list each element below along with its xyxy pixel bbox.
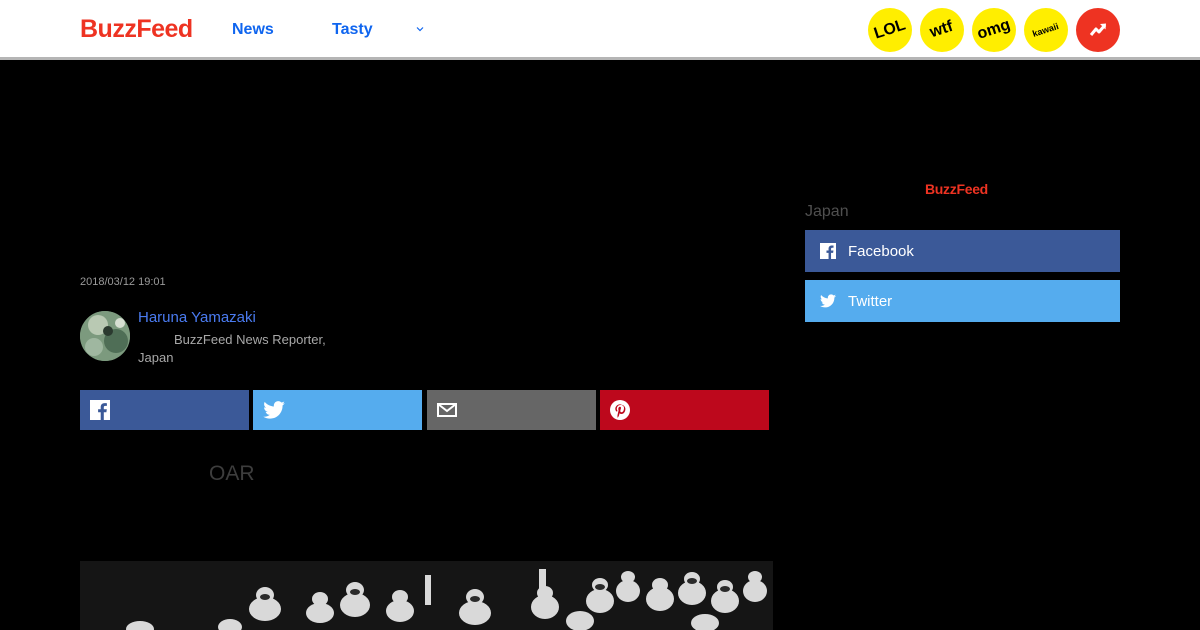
pinterest-icon: [610, 400, 630, 420]
sidebar-facebook-label: Facebook: [848, 242, 914, 260]
sidebar-twitter-button[interactable]: Twitter: [805, 280, 1120, 322]
sidebar-buzzfeed-logo: BuzzFeed: [925, 181, 988, 197]
facebook-icon: [90, 400, 110, 420]
badge-kawaii[interactable]: kawaii: [1024, 8, 1068, 52]
twitter-icon: [820, 294, 836, 308]
mail-icon: [437, 403, 457, 417]
top-nav: BuzzFeed News Tasty LOL wtf omg kawaii: [0, 0, 1200, 60]
sidebar-facebook-button[interactable]: Facebook: [805, 230, 1120, 272]
article-subhead: OAR: [209, 462, 255, 485]
author-title: BuzzFeed News Reporter, Japan: [138, 332, 326, 365]
badge-wtf[interactable]: wtf: [920, 8, 964, 52]
share-twitter-button[interactable]: [253, 390, 422, 430]
nav-link-news[interactable]: News: [232, 20, 274, 40]
sidebar-caption: Japan: [805, 203, 849, 220]
badge-omg[interactable]: omg: [972, 8, 1016, 52]
trending-button[interactable]: [1076, 8, 1120, 52]
share-pinterest-button[interactable]: [600, 390, 769, 430]
article-timestamp: 2018/03/12 19:01: [80, 276, 166, 288]
share-email-button[interactable]: [427, 390, 596, 430]
share-bar: [80, 390, 770, 430]
badge-lol[interactable]: LOL: [868, 8, 912, 52]
twitter-icon: [263, 401, 285, 419]
nav-link-tasty[interactable]: Tasty: [332, 20, 373, 40]
author-name[interactable]: Haruna Yamazaki: [138, 309, 256, 327]
buzzfeed-logo[interactable]: BuzzFeed: [80, 14, 193, 44]
author-avatar[interactable]: [80, 311, 130, 361]
sidebar-twitter-label: Twitter: [848, 292, 893, 310]
share-facebook-button[interactable]: [80, 390, 249, 430]
facebook-icon: [820, 243, 836, 259]
chevron-down-icon[interactable]: [413, 22, 427, 36]
trending-arrow-icon: [1089, 23, 1107, 36]
article-hero-image: [80, 561, 773, 630]
